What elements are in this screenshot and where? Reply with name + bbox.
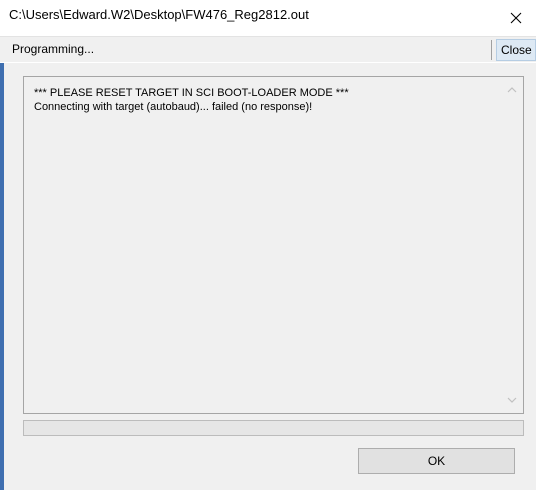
window-close-button[interactable] [496,0,536,36]
log-output[interactable]: *** PLEASE RESET TARGET IN SCI BOOT-LOAD… [23,76,524,414]
toolbar: Programming... Close [0,36,536,63]
chevron-up-icon[interactable] [506,84,518,96]
title-bar[interactable]: C:\Users\Edward.W2\Desktop\FW476_Reg2812… [0,0,536,36]
window-title: C:\Users\Edward.W2\Desktop\FW476_Reg2812… [9,7,309,22]
chevron-down-icon[interactable] [506,394,518,406]
toolbar-divider [491,40,492,60]
window-left-border [0,63,4,490]
status-label: Programming... [12,42,95,56]
close-button[interactable]: Close [496,39,536,61]
log-line: *** PLEASE RESET TARGET IN SCI BOOT-LOAD… [34,87,349,99]
log-text: *** PLEASE RESET TARGET IN SCI BOOT-LOAD… [34,86,349,114]
close-icon [510,12,522,24]
programming-window: C:\Users\Edward.W2\Desktop\FW476_Reg2812… [0,0,536,490]
ok-button[interactable]: OK [358,448,515,474]
log-line: Connecting with target (autobaud)... fai… [34,101,313,113]
progress-bar [23,420,524,436]
